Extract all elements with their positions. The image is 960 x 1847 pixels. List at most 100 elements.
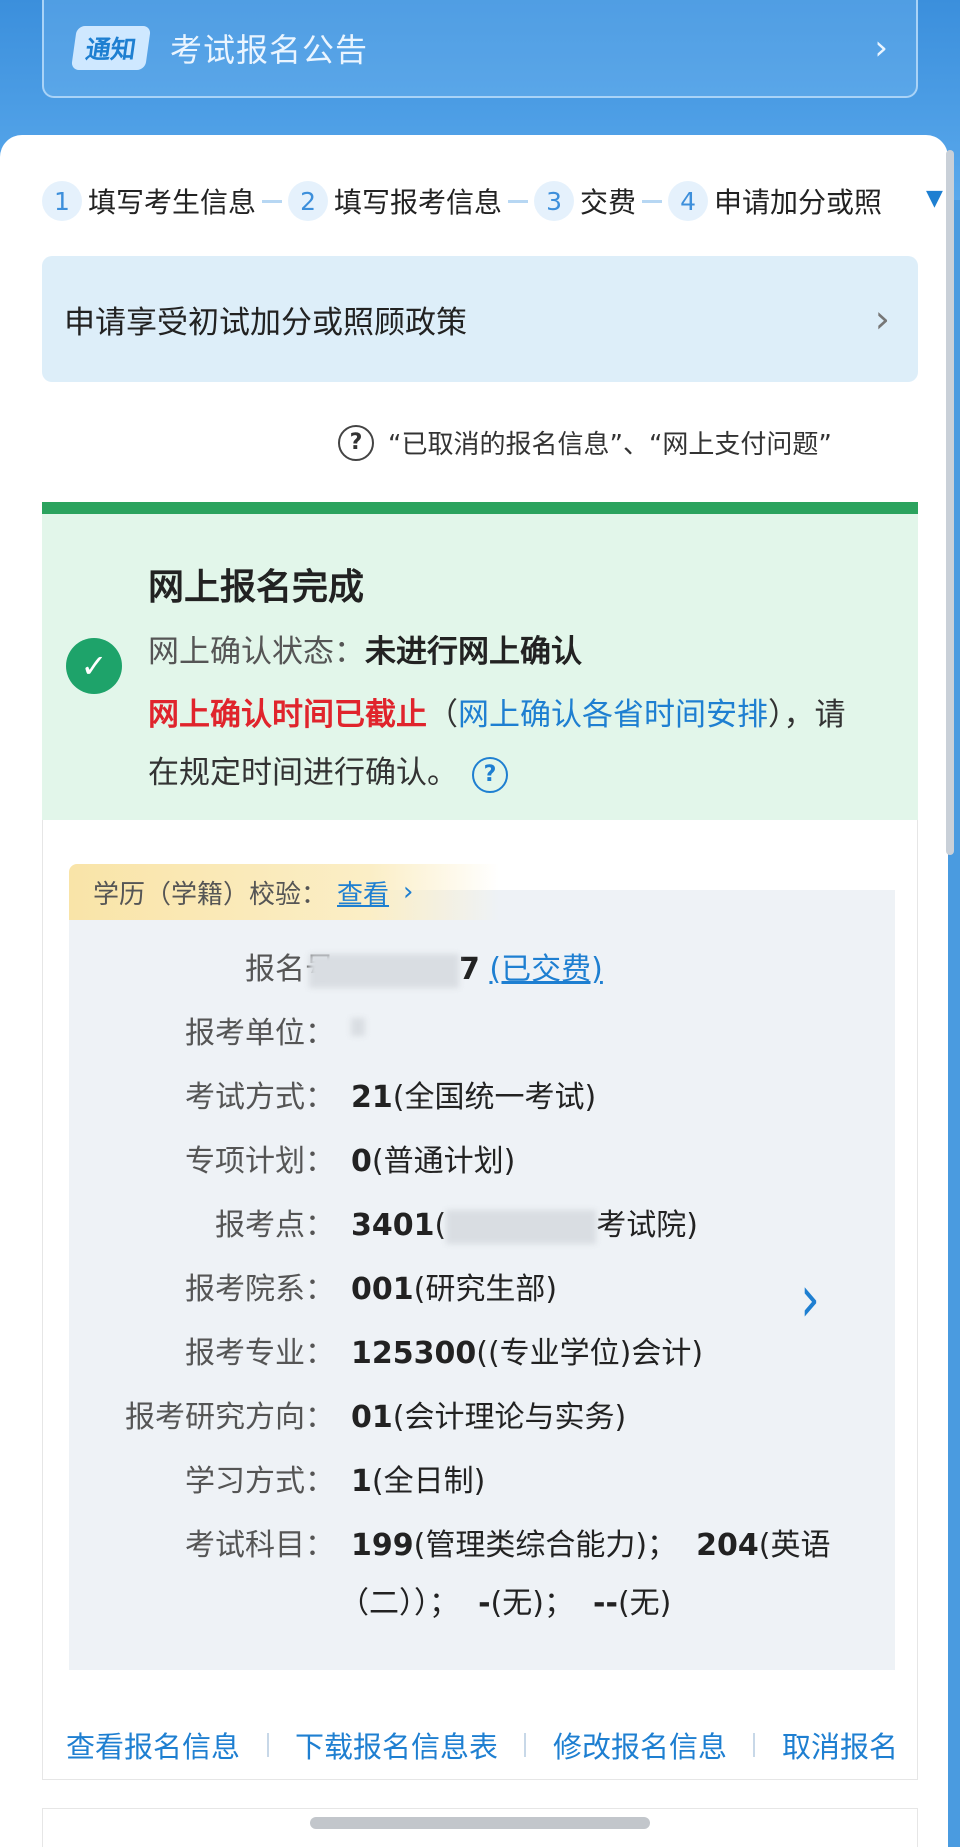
- subject-text: (无): [617, 1586, 672, 1621]
- question-icon[interactable]: ?: [472, 756, 508, 793]
- step-label: 申请加分或照: [714, 186, 883, 219]
- subject-text: (英语: [758, 1528, 831, 1563]
- field-label: 报考院系：: [185, 1272, 335, 1307]
- cancel-registration-link[interactable]: 取消报名: [782, 1724, 898, 1766]
- step-3[interactable]: 3 交费: [534, 181, 636, 221]
- divider: [753, 1733, 756, 1757]
- field-value: 01(会计理论与实务): [351, 1392, 626, 1436]
- subject-text: （二））；: [339, 1586, 459, 1621]
- chevron-right-icon[interactable]: ›: [800, 1261, 820, 1336]
- step-divider: [262, 199, 283, 203]
- field-code: 21: [351, 1080, 393, 1115]
- step-number: 3: [534, 181, 575, 221]
- step-number: 1: [42, 181, 82, 221]
- view-registration-link[interactable]: 查看报名信息: [66, 1724, 240, 1766]
- confirm-deadline-notice: 网上确认时间已截止（网上确认各省时间安排），请在规定时间进行确认。?: [148, 686, 868, 802]
- field-text: ((专业学位)会计): [476, 1336, 704, 1371]
- field-value: 001(研究生部): [351, 1264, 557, 1308]
- verify-label: 学历（学籍）校验：: [93, 879, 328, 910]
- download-form-link[interactable]: 下载报名信息表: [295, 1724, 498, 1766]
- subject-code: -: [478, 1586, 491, 1621]
- step-number: 4: [668, 181, 709, 221]
- field-code: 3401: [351, 1208, 435, 1243]
- field-value: 3401( 考试院): [351, 1200, 698, 1244]
- home-indicator[interactable]: [310, 1817, 650, 1829]
- education-verify-badge: 学历（学籍）校验： 查看 ›: [69, 864, 499, 920]
- field-code: 0: [351, 1144, 372, 1179]
- status-title: 网上报名完成: [148, 567, 365, 608]
- field-value: 0(普通计划): [351, 1136, 515, 1180]
- redacted-block: [446, 1209, 597, 1244]
- chevron-right-icon[interactable]: ›: [403, 877, 413, 907]
- question-icon: ?: [338, 424, 374, 461]
- field-value: 199(管理类综合能力)； 204(英语: [351, 1520, 830, 1564]
- confirm-status-label: 网上确认状态：: [148, 634, 365, 670]
- field-label: 学习方式：: [185, 1464, 335, 1499]
- field-text: (普通计划): [371, 1144, 516, 1179]
- step-2[interactable]: 2 填写报考信息: [288, 181, 502, 221]
- step-label: 填写考生信息: [88, 186, 257, 219]
- confirm-status-row: 网上确认状态：未进行网上确认: [148, 626, 582, 671]
- divider: [266, 1733, 269, 1757]
- field-text: (: [434, 1208, 447, 1243]
- help-link[interactable]: ? “已取消的报名信息”、“网上支付问题”: [338, 424, 832, 461]
- paid-status: (已交费): [489, 952, 603, 987]
- subject-code: 199: [351, 1528, 414, 1563]
- verify-view-link[interactable]: 查看: [337, 874, 389, 911]
- province-schedule-link[interactable]: 网上确认各省时间安排: [458, 697, 768, 733]
- field-value: 21(全国统一考试): [351, 1072, 596, 1116]
- scrollbar[interactable]: [946, 150, 954, 855]
- field-value: 1(全日制): [351, 1456, 485, 1500]
- deadline-warning: 网上确认时间已截止: [148, 697, 427, 733]
- step-divider: [508, 199, 529, 203]
- subject-text: (管理类综合能力)；: [413, 1528, 678, 1563]
- policy-apply-row[interactable]: 申请享受初试加分或照顾政策 ›: [42, 256, 918, 382]
- field-label: 报考研究方向：: [125, 1400, 335, 1435]
- action-links: 查看报名信息 下载报名信息表 修改报名信息 取消报名: [42, 1710, 918, 1780]
- reg-no-tail: 7: [459, 952, 480, 987]
- confirm-status-value: 未进行网上确认: [365, 634, 582, 670]
- field-code: 001: [351, 1272, 414, 1307]
- step-label: 填写报考信息: [334, 186, 503, 219]
- field-text: (全日制): [371, 1464, 486, 1499]
- subject-code: 204: [696, 1528, 759, 1563]
- field-value: （二））； -(无)； --(无): [339, 1578, 671, 1622]
- field-text: 考试院): [596, 1208, 698, 1243]
- edit-registration-link[interactable]: 修改报名信息: [553, 1724, 727, 1766]
- field-label: 报考点：: [215, 1208, 335, 1243]
- field-text: (研究生部): [413, 1272, 558, 1307]
- field-value: 125300((专业学位)会计): [351, 1328, 703, 1372]
- step-4[interactable]: 4 申请加分或照: [668, 181, 882, 221]
- triangle-down-icon[interactable]: ▼: [926, 186, 943, 211]
- field-value: [351, 1008, 365, 1043]
- field-code: 125300: [351, 1336, 477, 1371]
- paren-open: （: [427, 697, 458, 733]
- field-code: 01: [351, 1400, 393, 1435]
- step-progress: 1 填写考生信息 2 填写报考信息 3 交费 4 申请加分或照: [42, 178, 948, 224]
- subject-text: (无)；: [490, 1586, 574, 1621]
- step-number: 2: [288, 181, 329, 221]
- chevron-right-icon: ›: [874, 297, 890, 341]
- notice-title: 考试报名公告: [170, 31, 369, 69]
- registration-status-panel: ✓ 网上报名完成 网上确认状态：未进行网上确认 网上确认时间已截止（网上确认各省…: [42, 502, 918, 820]
- field-text: (会计理论与实务): [392, 1400, 627, 1435]
- subject-code: --: [593, 1586, 618, 1621]
- field-value: 7 (已交费): [309, 944, 603, 988]
- help-text: “已取消的报名信息”、“网上支付问题”: [388, 430, 832, 460]
- check-circle-icon: ✓: [66, 638, 122, 694]
- policy-label: 申请享受初试加分或照顾政策: [64, 304, 467, 341]
- field-code: 1: [351, 1464, 372, 1499]
- field-label: 考试方式：: [185, 1080, 335, 1115]
- redacted-block: [309, 953, 459, 988]
- notice-tag: 通知: [70, 26, 152, 70]
- field-text: (全国统一考试): [392, 1080, 597, 1115]
- registration-info-card: 报名号 7 (已交费) 报考单位： 考试方式： 21(全国统一考试) 专项计划：…: [42, 820, 918, 1780]
- step-divider: [642, 199, 663, 203]
- redacted-block: [351, 1017, 365, 1036]
- step-1[interactable]: 1 填写考生信息: [42, 181, 256, 221]
- field-label: 考试科目：: [185, 1528, 335, 1563]
- chevron-right-icon: ›: [874, 28, 888, 68]
- info-details-box[interactable]: 报名号 7 (已交费) 报考单位： 考试方式： 21(全国统一考试) 专项计划：…: [69, 890, 895, 1670]
- notice-banner[interactable]: 通知 考试报名公告 ›: [42, 0, 918, 98]
- field-label: 报考单位：: [185, 1016, 335, 1051]
